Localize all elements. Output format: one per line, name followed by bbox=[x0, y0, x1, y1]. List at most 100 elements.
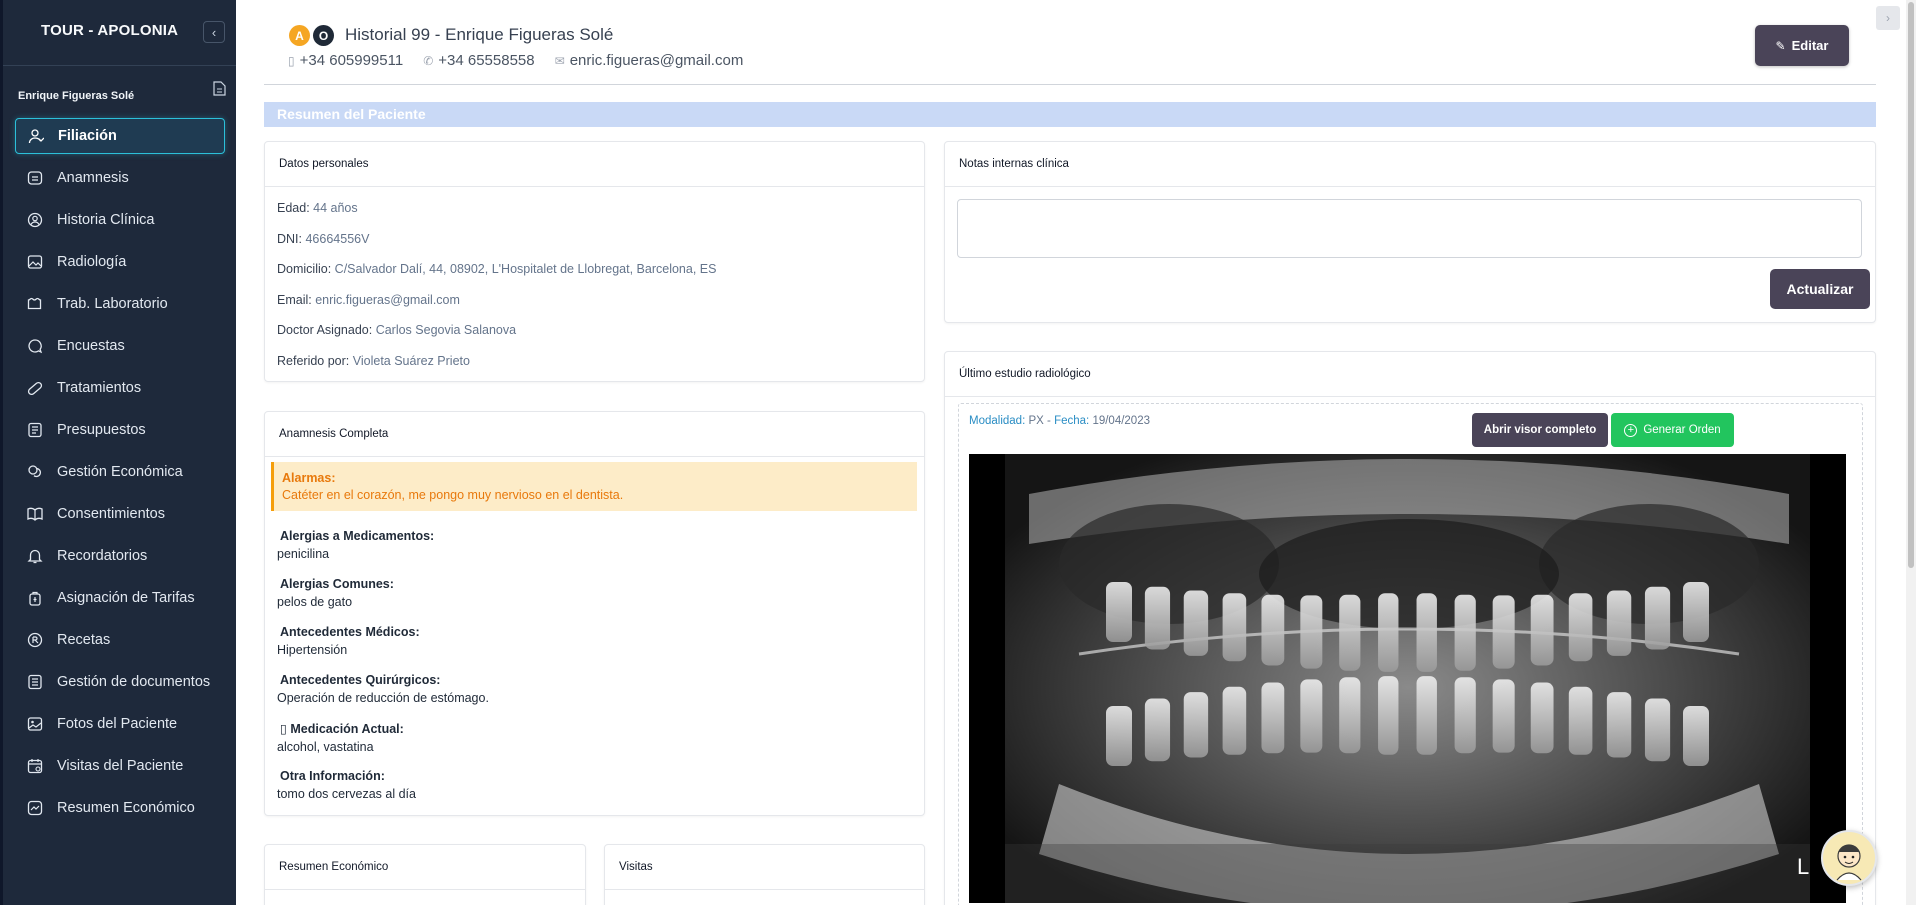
last-radiology-title: Último estudio radiológico bbox=[945, 352, 1875, 397]
assistant-avatar-button[interactable] bbox=[1821, 830, 1877, 886]
anamnesis-list: Alergias a Medicamentos: penicilina Alerg… bbox=[277, 529, 907, 817]
email-contact[interactable]: ✉ enric.figueras@gmail.com bbox=[555, 52, 744, 69]
chevron-left-icon[interactable]: ‹ bbox=[203, 21, 225, 43]
economic-summary-card: Resumen Económico bbox=[264, 844, 586, 905]
email-address: enric.figueras@gmail.com bbox=[569, 52, 744, 69]
anamnesis-value: Hipertensión bbox=[277, 643, 348, 657]
sidebar-item-gestion-economica[interactable]: Gestión Económica bbox=[15, 454, 225, 490]
page-scrollbar[interactable] bbox=[1906, 0, 1916, 905]
address-key: Domicilio: bbox=[277, 262, 332, 276]
sidebar-item-asignacion-de-tarifas[interactable]: Asignación de Tarifas bbox=[15, 580, 225, 616]
sidebar-item-label: Historia Clínica bbox=[57, 212, 155, 228]
sidebar-item-anamnesis[interactable]: Anamnesis bbox=[15, 160, 225, 196]
update-button[interactable]: Actualizar bbox=[1770, 269, 1870, 309]
tooth-shape bbox=[1606, 692, 1632, 758]
pencil-icon: ✎ bbox=[1775, 38, 1786, 53]
tooth-shape bbox=[1568, 686, 1593, 755]
sidebar-item-label: Gestión de documentos bbox=[57, 674, 211, 690]
personal-data-title: Datos personales bbox=[265, 142, 924, 187]
sidebar-item-recetas[interactable]: Recetas bbox=[15, 622, 225, 658]
sidebar-item-fotos-del-paciente[interactable]: Fotos del Paciente bbox=[15, 706, 225, 742]
dni-value: 46664556V bbox=[305, 231, 370, 246]
sidebar-item-visitas-del-paciente[interactable]: Visitas del Paciente bbox=[15, 748, 225, 784]
bag-icon bbox=[27, 590, 43, 606]
sidebar-item-recordatorios[interactable]: Recordatorios bbox=[15, 538, 225, 574]
sidebar-item-presupuestos[interactable]: Presupuestos bbox=[15, 412, 225, 448]
sidebar-item-radiologia[interactable]: Radiología bbox=[15, 244, 225, 280]
list-item: Antecedentes Quirúrgicos: Operación de re… bbox=[277, 673, 907, 721]
tooth-shape bbox=[1378, 593, 1399, 672]
internal-notes-input[interactable] bbox=[957, 199, 1862, 258]
open-viewer-button[interactable]: Abrir visor completo bbox=[1472, 413, 1608, 447]
anamnesis-key-text: Medicación Actual: bbox=[290, 722, 404, 736]
chat-icon bbox=[27, 338, 43, 354]
edit-button[interactable]: ✎ Editar bbox=[1755, 25, 1849, 66]
modality-key: Modalidad: bbox=[969, 415, 1026, 427]
tooth-shape bbox=[1530, 594, 1554, 666]
tooth-shape bbox=[1454, 677, 1476, 754]
tooth-shape bbox=[1144, 586, 1171, 650]
document-icon[interactable] bbox=[213, 81, 226, 96]
doctor-row: Doctor Asignado: Carlos Segovia Salanova bbox=[277, 322, 924, 353]
tooth-shape bbox=[1300, 595, 1323, 669]
email-key: Email: bbox=[277, 292, 312, 307]
sidebar-item-gestion-de-documentos[interactable]: Gestión de documentos bbox=[15, 664, 225, 700]
study-meta: Modalidad: PX - Fecha: 19/04/2023 bbox=[969, 415, 1150, 427]
list-item: Alergias Comunes: pelos de gato bbox=[277, 577, 907, 625]
tooth-shape bbox=[1454, 594, 1476, 671]
date-value: 19/04/2023 bbox=[1092, 415, 1150, 427]
prescription-icon bbox=[27, 632, 43, 648]
anamnesis-value: penicilina bbox=[277, 547, 330, 561]
sidebar-item-label: Trab. Laboratorio bbox=[57, 296, 168, 312]
pill-icon bbox=[27, 380, 43, 396]
personal-data-rows: Edad: 44 años DNI: 46664556V Domicilio: … bbox=[265, 187, 924, 383]
phone-icon: ✆ bbox=[423, 53, 434, 68]
chevron-right-icon[interactable]: › bbox=[1876, 6, 1900, 30]
scrollbar-thumb[interactable] bbox=[1908, 2, 1914, 568]
sidebar-item-tratamientos[interactable]: Tratamientos bbox=[15, 370, 225, 406]
alarm-box: Alarmas: Catéter en el corazón, me pongo… bbox=[271, 462, 917, 511]
panoramic-xray-image[interactable]: L bbox=[969, 454, 1846, 903]
tooth-shape bbox=[1492, 595, 1515, 669]
personal-data-card: Datos personales Edad: 44 años DNI: 4666… bbox=[264, 141, 925, 382]
internal-notes-card: Notas internas clínica Actualizar bbox=[944, 141, 1876, 323]
sidebar-item-encuestas[interactable]: Encuestas bbox=[15, 328, 225, 364]
phone-contact[interactable]: ✆ +34 65558558 bbox=[423, 52, 534, 69]
sidebar-item-historia-clinica[interactable]: Historia Clínica bbox=[15, 202, 225, 238]
sidebar-item-label: Consentimientos bbox=[57, 506, 165, 522]
sidebar-item-label: Filiación bbox=[58, 128, 117, 144]
anamnesis-value: pelos de gato bbox=[277, 595, 353, 609]
tooth-shape bbox=[1261, 594, 1285, 666]
sidebar-item-filiacion[interactable]: Filiación bbox=[15, 118, 225, 154]
anamnesis-key: Antecedentes Médicos: bbox=[280, 625, 420, 639]
referred-row: Referido por: Violeta Suárez Prieto bbox=[277, 353, 924, 384]
sidebar-item-resumen-economico[interactable]: Resumen Económico bbox=[15, 790, 225, 826]
tooth-shape bbox=[1606, 590, 1632, 656]
sidebar-item-trab-laboratorio[interactable]: Trab. Laboratorio bbox=[15, 286, 225, 322]
tooth-shape bbox=[1416, 676, 1437, 755]
referred-key: Referido por: bbox=[277, 353, 350, 368]
tooth-shape bbox=[1183, 590, 1209, 656]
anamnesis-key: Antecedentes Quirúrgicos: bbox=[280, 673, 441, 687]
radiology-study: Modalidad: PX - Fecha: 19/04/2023 Abrir … bbox=[958, 403, 1863, 905]
sidebar-item-consentimientos[interactable]: Consentimientos bbox=[15, 496, 225, 532]
doctor-key: Doctor Asignado: bbox=[277, 323, 373, 337]
meta-separator: - bbox=[1047, 415, 1051, 427]
internal-notes-title: Notas internas clínica bbox=[945, 142, 1875, 187]
calendar-icon bbox=[27, 758, 43, 774]
photo-icon bbox=[27, 716, 43, 732]
sidebar-item-label: Visitas del Paciente bbox=[57, 758, 184, 774]
doctor-value: Carlos Segovia Salanova bbox=[375, 323, 517, 337]
header-divider bbox=[264, 84, 1876, 85]
anamnesis-key: ▯ Medicación Actual: bbox=[277, 721, 907, 736]
generate-order-button[interactable]: + Generar Orden bbox=[1611, 413, 1734, 447]
tooth-shape bbox=[1222, 593, 1247, 662]
assistant-face-icon bbox=[1836, 844, 1862, 881]
sidebar-item-label: Gestión Económica bbox=[57, 464, 183, 480]
tooth-shape bbox=[1339, 677, 1361, 754]
anamnesis-value: tomo dos cervezas al día bbox=[277, 787, 416, 801]
receipt-icon bbox=[27, 422, 43, 438]
missing-glyph-icon: ▯ bbox=[280, 722, 287, 736]
user-icon bbox=[28, 128, 44, 144]
mobile-contact[interactable]: ▯ +34 605999511 bbox=[288, 52, 403, 69]
